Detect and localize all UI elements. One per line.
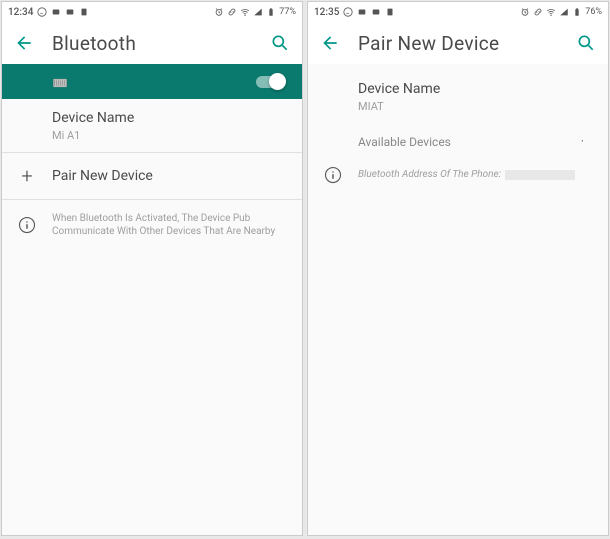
back-button[interactable] xyxy=(320,33,340,53)
status-bar: 12:34 xyxy=(2,2,302,22)
wifi-icon xyxy=(240,7,250,17)
info-icon xyxy=(324,166,342,184)
address-label: Bluetooth Address Of The Phone: xyxy=(358,169,501,180)
status-right: 77% xyxy=(214,7,296,17)
notification-icon-2 xyxy=(65,7,75,17)
back-button[interactable] xyxy=(14,33,34,53)
battery-percent: 76% xyxy=(585,7,602,17)
app-bar: Pair New Device xyxy=(308,22,608,64)
device-name-value: Mi A1 xyxy=(52,129,286,142)
notification-icon xyxy=(51,7,61,17)
bluetooth-toggle[interactable] xyxy=(256,76,284,88)
signal-icon xyxy=(253,7,263,17)
search-icon[interactable] xyxy=(270,33,290,53)
available-devices-row: Available Devices · xyxy=(308,123,608,159)
device-name-value: MIAT xyxy=(358,100,592,113)
search-icon[interactable] xyxy=(576,33,596,53)
available-label: Available Devices xyxy=(358,135,451,149)
notification-icon xyxy=(357,7,367,17)
link-icon xyxy=(227,7,237,17)
device-name-row[interactable]: Device Name MIAT xyxy=(308,64,608,123)
loading-spinner-icon: · xyxy=(581,134,584,148)
battery-icon xyxy=(266,7,276,17)
pair-new-device-row[interactable]: + Pair New Device xyxy=(2,152,302,199)
screen-bluetooth: 12:34 xyxy=(1,1,303,536)
alarm-icon xyxy=(214,7,224,17)
status-time: 12:35 xyxy=(314,7,339,18)
status-bar: 12:35 xyxy=(308,2,608,22)
screen-pair-new-device: 12:35 xyxy=(307,1,609,536)
info-icon xyxy=(18,216,36,234)
bluetooth-icon xyxy=(52,75,68,89)
sim-icon xyxy=(79,7,89,17)
alarm-icon xyxy=(520,7,530,17)
device-name-row[interactable]: Device Name Mi A1 xyxy=(2,99,302,152)
page-title: Bluetooth xyxy=(52,32,252,55)
pair-label: Pair New Device xyxy=(52,167,286,185)
whatsapp-icon xyxy=(37,7,47,17)
page-title: Pair New Device xyxy=(358,32,558,55)
plus-icon: + xyxy=(18,167,36,185)
link-icon xyxy=(533,7,543,17)
app-bar: Bluetooth xyxy=(2,22,302,64)
status-right: 76% xyxy=(520,7,602,17)
wifi-icon xyxy=(546,7,556,17)
status-left: 12:34 xyxy=(8,7,89,18)
notification-icon-2 xyxy=(371,7,381,17)
device-name-label: Device Name xyxy=(52,109,286,127)
signal-icon xyxy=(559,7,569,17)
status-time: 12:34 xyxy=(8,7,33,18)
info-row: When Bluetooth Is Activated, The Device … xyxy=(2,199,302,250)
sim-icon xyxy=(385,7,395,17)
device-name-label: Device Name xyxy=(358,80,592,98)
bluetooth-toggle-row xyxy=(2,64,302,99)
whatsapp-icon xyxy=(343,7,353,17)
address-redacted xyxy=(505,170,575,180)
status-left: 12:35 xyxy=(314,7,395,18)
info-text: When Bluetooth Is Activated, The Device … xyxy=(52,212,286,238)
battery-icon xyxy=(572,7,582,17)
battery-percent: 77% xyxy=(279,7,296,17)
bluetooth-address-row: Bluetooth Address Of The Phone: xyxy=(308,159,608,190)
